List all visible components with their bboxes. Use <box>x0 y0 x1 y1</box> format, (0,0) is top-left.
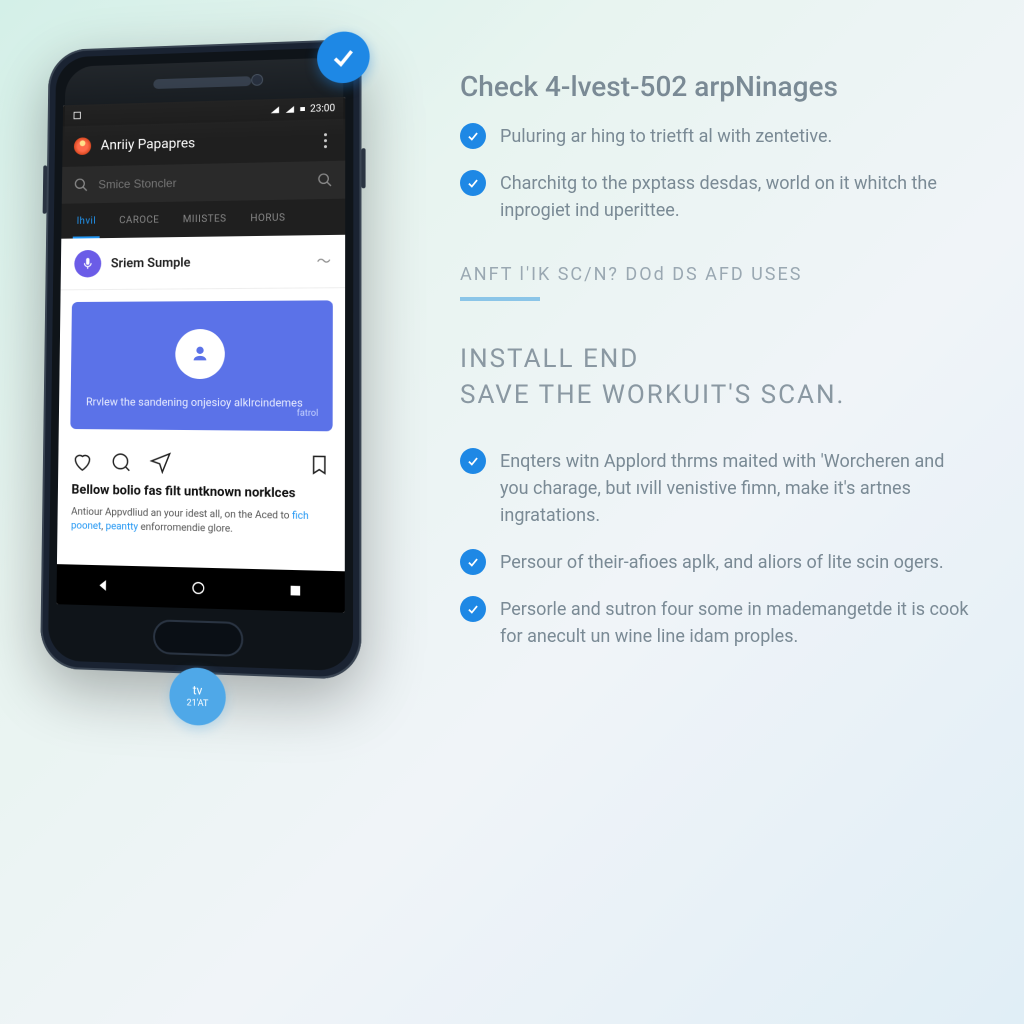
article-body: Antiour Appvdliud an your idest all, on … <box>71 506 331 539</box>
home-button <box>153 619 243 657</box>
check-icon <box>460 170 486 196</box>
page-title: Check 4-lvest-502 arpNinages <box>460 70 974 103</box>
tv-badge-sub: 21'AT <box>186 698 208 710</box>
feature-item: Persour of their-afioes aplk, and aliors… <box>460 549 974 576</box>
power-button <box>361 148 365 188</box>
content-area: Sriem Sumple 〜 Rrvlew the sandening onje… <box>57 235 345 572</box>
chevron-down-icon: 〜 <box>317 251 331 271</box>
check-icon <box>460 448 486 474</box>
feature-item: Puluring ar hing to trietft al with zent… <box>460 123 974 150</box>
tab-bar: lhvil CAROCE MIIISTES HORUS <box>61 199 345 239</box>
hero-text: Rrvlew the sandening onjesioy alklrcinde… <box>86 394 316 411</box>
feature-text: Persorle and sutron four some in mademan… <box>500 596 974 650</box>
system-nav-bar <box>56 564 344 613</box>
speaker <box>153 76 251 89</box>
heading-line: SAVE THE WORKUIT'S SCAN. <box>460 380 845 410</box>
phone-mock: 23:00 Anriiy Papapres lhvil CAROCE MI <box>40 39 361 680</box>
article-link[interactable]: peantty <box>106 521 139 533</box>
bookmark-icon[interactable] <box>308 454 331 477</box>
overflow-menu-button[interactable] <box>317 133 333 148</box>
app-icon <box>74 137 91 155</box>
check-icon <box>460 123 486 149</box>
status-time: 23:00 <box>310 103 335 115</box>
tab-miiistes[interactable]: MIIISTES <box>171 201 239 238</box>
heart-icon[interactable] <box>72 451 94 473</box>
divider <box>460 297 540 301</box>
card-title: Sriem Sumple <box>111 254 307 271</box>
search-icon[interactable] <box>317 172 333 188</box>
search-bar[interactable] <box>62 161 345 204</box>
tv-badge-label: tv <box>193 683 203 698</box>
comment-icon[interactable] <box>110 452 132 474</box>
heading-line: INSTALL END <box>460 344 639 374</box>
verified-badge <box>317 31 370 84</box>
feature-text: Enqters witn Applord thrms maited with '… <box>500 448 974 529</box>
card-header[interactable]: Sriem Sumple 〜 <box>61 235 346 291</box>
feature-item: Enqters witn Applord thrms maited with '… <box>460 448 974 529</box>
search-input[interactable] <box>98 173 307 191</box>
screen: 23:00 Anriiy Papapres lhvil CAROCE MI <box>56 97 345 613</box>
feature-item: Charchitg to the pxptass desdas, world o… <box>460 170 974 224</box>
right-panel: Check 4-lvest-502 arpNinages Puluring ar… <box>420 0 1024 1024</box>
feature-text: Persour of their-afioes aplk, and aliors… <box>500 549 944 576</box>
section-heading: INSTALL END SAVE THE WORKUIT'S SCAN. <box>460 341 974 414</box>
feature-text: Charchitg to the pxptass desdas, world o… <box>500 170 974 224</box>
tab-lhvil[interactable]: lhvil <box>65 203 108 239</box>
check-icon <box>329 43 357 72</box>
hero-link[interactable]: fatrol <box>297 409 319 419</box>
action-bar <box>58 441 345 487</box>
share-icon[interactable] <box>150 452 172 474</box>
front-camera <box>251 74 263 86</box>
app-bar: Anriiy Papapres <box>62 119 345 167</box>
article-text: enforromendie glore. <box>138 522 233 535</box>
check-icon <box>460 596 486 622</box>
signal-icon <box>284 104 296 114</box>
feature-item: Persorle and sutron four some in mademan… <box>460 596 974 650</box>
home-icon[interactable] <box>190 580 206 597</box>
volume-button <box>43 165 47 213</box>
app-title: Anriiy Papapres <box>101 133 307 154</box>
section-subhead: ANFT l'IK SC/N? DOd DS AFD USES <box>460 264 974 285</box>
recent-icon[interactable] <box>287 582 303 599</box>
back-icon[interactable] <box>95 577 111 594</box>
check-icon <box>460 549 486 575</box>
tab-horus[interactable]: HORUS <box>238 200 297 237</box>
article: Bellow bolio fas filt untknown norklces … <box>57 483 345 550</box>
article-headline: Bellow bolio fas filt untknown norklces <box>71 483 330 504</box>
signal-icon <box>269 105 281 115</box>
notification-icon <box>72 111 82 121</box>
voice-icon <box>74 250 101 278</box>
tab-caroce[interactable]: CAROCE <box>107 202 171 238</box>
tv-badge: tv 21'AT <box>169 667 226 727</box>
feature-text: Puluring ar hing to trietft al with zent… <box>500 123 832 150</box>
search-icon <box>73 177 88 193</box>
article-text: Antiour Appvdliud an your idest all, on … <box>71 507 292 522</box>
hero-card[interactable]: Rrvlew the sandening onjesioy alklrcinde… <box>70 300 333 431</box>
battery-icon <box>299 104 307 114</box>
hero-badge-icon <box>175 329 225 379</box>
